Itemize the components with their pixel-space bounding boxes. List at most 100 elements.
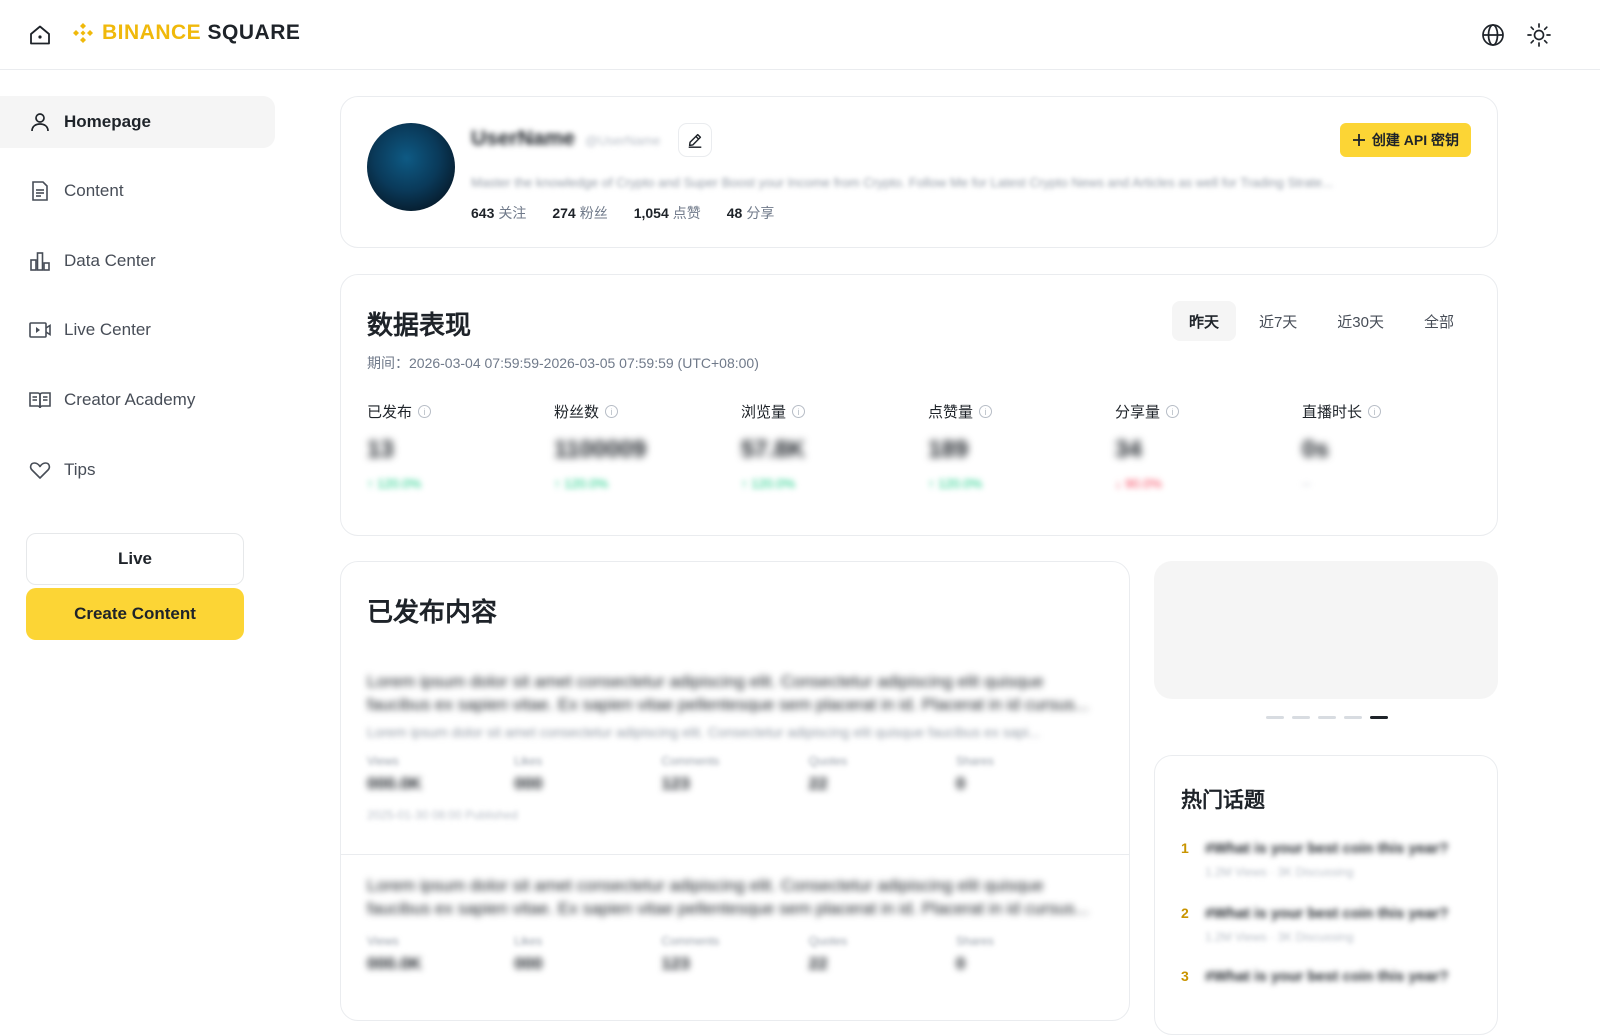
brand-binance: BINANCE: [102, 21, 202, 44]
book-icon: [29, 392, 51, 409]
divider: [341, 854, 1129, 855]
stat-shares: 48 分享: [727, 203, 775, 223]
user-handle: @UserName: [585, 133, 661, 148]
tab-30-days[interactable]: 近30天: [1320, 301, 1401, 341]
trending-rank: 1: [1181, 840, 1189, 856]
plus-icon: [1352, 134, 1365, 146]
home-icon[interactable]: [28, 23, 52, 47]
post-stat-value: 22: [808, 954, 828, 973]
post-stat-value: 0: [955, 954, 966, 973]
info-icon[interactable]: i: [979, 405, 993, 418]
post-stat-value: 000.0K: [367, 954, 422, 973]
stat-likes: 1,054 点赞: [634, 203, 701, 223]
stat-label: 分享: [746, 205, 775, 221]
metric-label: 点赞量: [928, 404, 974, 421]
trending-meta: 1.2M Views · 3K Discussing: [1205, 930, 1354, 944]
post-text: Lorem ipsum dolor sit amet consectetur a…: [367, 672, 1089, 714]
pagination-dot[interactable]: [1266, 716, 1284, 719]
create-content-button[interactable]: Create Content: [26, 588, 244, 640]
brand-logo[interactable]: BINANCE SQUARE: [70, 20, 300, 46]
info-icon[interactable]: i: [1166, 405, 1180, 418]
trending-item[interactable]: 1 #What is your best coin this year? 1.2…: [1181, 840, 1481, 879]
post-item[interactable]: Lorem ipsum dolor sit amet consectetur a…: [341, 874, 1129, 974]
create-api-key-label: 创建 API 密钥: [1371, 132, 1459, 148]
tab-7-days[interactable]: 近7天: [1242, 301, 1314, 341]
info-icon[interactable]: i: [1368, 405, 1382, 418]
post-stats: Views 000.0K Likes 000 Comments 123 Quotes 2…: [367, 934, 1103, 974]
avatar[interactable]: [367, 123, 455, 211]
post-stat-label: Comments: [661, 934, 720, 948]
tab-yesterday[interactable]: 昨天: [1171, 301, 1236, 341]
metric-change: --: [1302, 476, 1311, 491]
trending-title: #What is your best coin this year?: [1205, 968, 1449, 985]
stat-following[interactable]: 643 关注: [471, 203, 526, 223]
info-icon[interactable]: i: [418, 405, 432, 418]
trending-rank: 2: [1181, 905, 1189, 921]
stat-number: 1,054: [633, 205, 669, 221]
trending-title: #What is your best coin this year?: [1205, 905, 1449, 922]
pagination-dot[interactable]: [1344, 716, 1362, 719]
trending-item[interactable]: 2 #What is your best coin this year? 1.2…: [1181, 905, 1481, 944]
metric-published: 已发布 i 13 ↑ 120.0%: [367, 401, 537, 491]
binance-logo-icon: [73, 23, 93, 43]
post-item[interactable]: Lorem ipsum dolor sit amet consectetur a…: [341, 670, 1129, 822]
post-stat-label: Views: [367, 934, 399, 948]
sidebar-item-data-center[interactable]: Data Center: [0, 235, 275, 287]
trending-title: #What is your best coin this year?: [1205, 840, 1449, 857]
sidebar-item-live-center[interactable]: Live Center: [0, 304, 275, 356]
data-performance-card: 数据表现 期间：2026-03-04 07:59:59-2026-03-05 0…: [340, 274, 1498, 536]
sidebar-item-content[interactable]: Content: [0, 165, 275, 217]
pagination-dot-active[interactable]: [1370, 716, 1388, 719]
section-title: 数据表现: [367, 310, 472, 340]
pagination-dot[interactable]: [1318, 716, 1336, 719]
sidebar: Homepage Content Data Center Live Center…: [0, 70, 290, 1000]
sidebar-item-homepage[interactable]: Homepage: [0, 96, 275, 148]
stat-followers[interactable]: 274 粉丝: [552, 203, 607, 223]
brand-name: BINANCE SQUARE: [102, 21, 300, 45]
metric-change: ↑ 120.0%: [741, 476, 796, 491]
sun-icon[interactable]: [1526, 22, 1552, 48]
heart-icon: [29, 462, 51, 479]
sidebar-item-label: Tips: [64, 460, 96, 479]
section-title: 已发布内容: [367, 597, 498, 627]
period-tabs: 昨天 近7天 近30天 全部: [1171, 301, 1471, 341]
post-stat-label: Quotes: [808, 934, 848, 948]
sidebar-item-label: Content: [64, 181, 124, 200]
post-quote: Lorem ipsum dolor sit amet consectetur a…: [367, 724, 1041, 740]
live-button[interactable]: Live: [26, 533, 244, 585]
trending-topics-card: 热门话题 1 #What is your best coin this year…: [1154, 755, 1498, 1035]
top-header: BINANCE SQUARE: [0, 0, 1600, 70]
trending-item[interactable]: 3 #What is your best coin this year?: [1181, 968, 1481, 985]
brand-square: SQUARE: [207, 21, 301, 44]
tab-all[interactable]: 全部: [1407, 301, 1471, 341]
info-icon[interactable]: i: [792, 405, 806, 418]
metric-live-duration: 直播时长 i 0s --: [1302, 401, 1472, 491]
metric-value: 13: [367, 436, 394, 463]
sidebar-item-label: Live Center: [64, 320, 151, 339]
video-icon: [29, 322, 51, 338]
metric-label: 分享量: [1115, 404, 1161, 421]
user-icon: [31, 113, 49, 132]
promo-banner[interactable]: [1154, 561, 1498, 699]
metric-label: 已发布: [367, 404, 413, 421]
metric-change: ↑ 120.0%: [928, 476, 983, 491]
globe-icon[interactable]: [1480, 22, 1506, 48]
edit-profile-button[interactable]: [678, 123, 712, 157]
metric-label: 粉丝数: [554, 404, 600, 421]
create-api-key-button[interactable]: 创建 API 密钥: [1339, 123, 1471, 157]
trending-rank: 3: [1181, 968, 1189, 984]
metric-shares: 分享量 i 34 ↓ 90.0%: [1115, 401, 1285, 491]
pagination-dot[interactable]: [1292, 716, 1310, 719]
sidebar-item-label: Homepage: [64, 112, 151, 131]
post-stat-value: 123: [661, 774, 690, 793]
published-content-card: 已发布内容 Lorem ipsum dolor sit amet consect…: [340, 561, 1130, 1021]
document-icon: [32, 181, 48, 201]
sidebar-item-creator-academy[interactable]: Creator Academy: [0, 374, 275, 426]
post-stat-value: 123: [661, 954, 690, 973]
profile-card: UserName @UserName Master the knowledge …: [340, 96, 1498, 248]
info-icon[interactable]: i: [605, 405, 619, 418]
sidebar-item-label: Creator Academy: [64, 390, 196, 409]
metric-label: 浏览量: [741, 404, 787, 421]
metric-value: 57.8K: [741, 436, 806, 463]
sidebar-item-tips[interactable]: Tips: [0, 444, 275, 496]
